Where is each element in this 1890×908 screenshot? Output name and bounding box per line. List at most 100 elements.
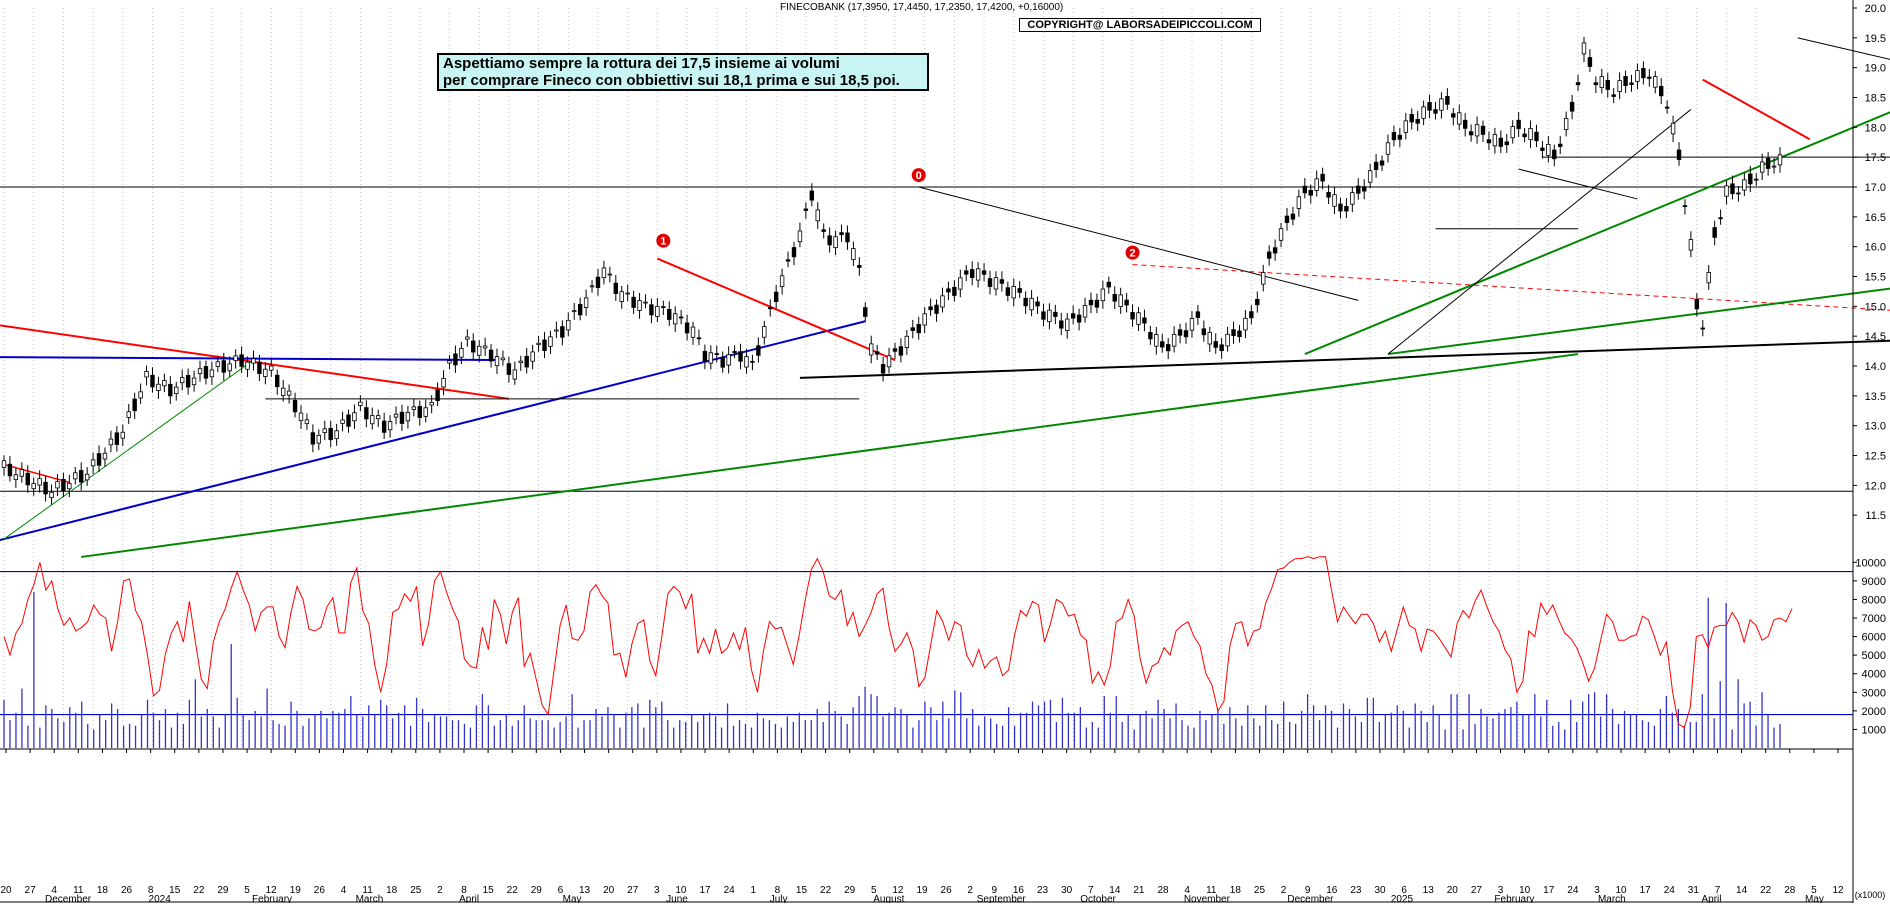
candle-body [251,358,256,364]
x-month-label: May [563,894,582,903]
candle [102,447,108,467]
candle [1528,120,1533,148]
x-day-label: 5 [244,885,250,896]
candle-body [572,310,577,313]
candle-body [417,405,422,418]
candle-body [667,308,672,320]
candle [1480,120,1486,142]
candle-body [1474,124,1480,137]
candle-body [542,339,547,352]
x-day-label: 30 [1374,885,1386,896]
candle [851,241,856,266]
candle [251,350,256,371]
x-day-label: 22 [820,885,832,896]
x-day-label: 15 [169,885,181,896]
candle-body [1599,76,1605,88]
candle [429,395,434,414]
candle [661,300,666,315]
candle [601,260,607,285]
candle [1362,179,1367,200]
candle [381,412,387,439]
candle [1641,61,1646,85]
candle [1516,111,1521,138]
candle-body [964,270,969,275]
candle-body [869,343,874,356]
candle-body [227,363,232,372]
candle-body [346,414,351,427]
candle [328,420,333,448]
candle [1326,184,1331,205]
candle-body [958,277,963,290]
candle [1035,296,1040,314]
candle-body [1308,189,1313,196]
x-day-label: 22 [1760,885,1772,896]
x-day-label: 31 [1688,885,1700,896]
candle-body [910,327,915,331]
candle [1462,113,1468,137]
candle [126,403,131,424]
x-month-label: December [45,894,92,903]
candle-body [1504,141,1509,146]
candle [73,467,78,485]
candle [1070,305,1076,325]
candle-body [1647,76,1652,79]
candle [566,312,571,337]
candle [1433,101,1438,120]
candle [1296,189,1302,217]
candle [1,455,7,476]
candle [1379,155,1385,171]
candle [1290,206,1296,226]
candle [589,280,595,293]
candle [1486,131,1492,151]
candle-body [1748,173,1753,185]
candle-body [1558,143,1563,147]
candle-body [1118,294,1123,307]
candle-body [518,360,523,364]
candle [672,306,678,332]
candle-body [482,345,488,349]
candle [191,370,197,392]
candle-body [1088,299,1094,306]
candle-body [1332,194,1337,207]
candle [1278,222,1284,248]
candle-body [1290,213,1296,220]
candle-body [969,269,975,278]
candle [1338,197,1343,219]
candle [1742,172,1747,196]
candle-body [1641,68,1646,79]
candle-body [1498,137,1504,147]
candle-body [1492,134,1498,147]
candle-body [1546,143,1551,156]
candle [1421,100,1426,126]
x-day-label: 30 [1061,885,1073,896]
candle-body [298,412,304,422]
candle-body [1462,119,1468,129]
black-steep-line [1387,109,1692,355]
candle-body [1379,160,1385,166]
x-day-label: 26 [121,885,133,896]
candle-body [714,353,719,355]
candle [49,484,54,505]
candle-body [702,350,708,362]
candle [179,369,185,391]
price-tick-label: 15.5 [1865,272,1886,284]
candle-body [1510,126,1515,139]
x-day-label: 12 [1832,885,1844,896]
candle [55,474,60,497]
candle [245,356,250,378]
candle-body [1445,96,1450,105]
candle-body [916,324,921,334]
candle-body [1730,183,1735,195]
x-month-label: April [459,894,479,903]
candle-body [239,354,244,367]
candle-body [1261,272,1266,285]
candle-body [476,345,482,356]
candle [720,351,725,373]
candle [423,399,428,423]
candle [435,382,440,407]
candle-body [488,349,494,362]
candle-body [928,306,933,311]
candle-body [993,277,999,290]
candle-body [1070,313,1076,319]
candle [1332,186,1337,214]
